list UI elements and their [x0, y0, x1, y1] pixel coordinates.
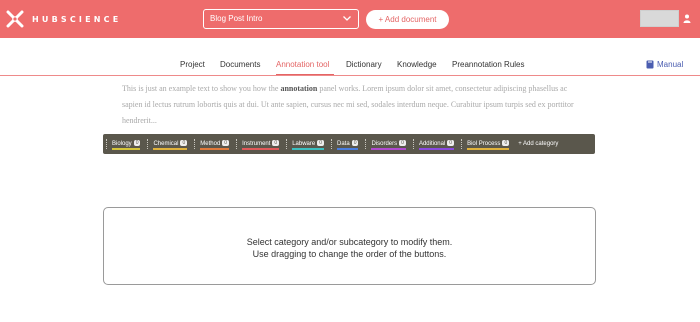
drag-handle-icon[interactable]	[365, 139, 367, 149]
info-box: Select category and/or subcategory to mo…	[103, 207, 596, 285]
tab-project[interactable]: Project	[180, 60, 205, 69]
document-select-value: Blog Post Intro	[210, 14, 263, 23]
category-label: Labware 0	[292, 139, 324, 150]
drag-handle-icon[interactable]	[412, 139, 414, 149]
count-badge: 0	[399, 139, 406, 146]
tab-documents[interactable]: Documents	[220, 60, 260, 69]
document-select[interactable]: Blog Post Intro	[203, 9, 359, 29]
logo[interactable]: HUBSCIENCE	[6, 10, 121, 28]
logo-text: HUBSCIENCE	[32, 14, 122, 24]
category-color-bar	[337, 147, 359, 150]
category-color-bar	[418, 147, 455, 150]
example-text: This is just an example text to show you…	[122, 81, 580, 129]
count-badge: 0	[272, 139, 280, 146]
category-label: Biology 0	[112, 139, 141, 150]
tab-dictionary[interactable]: Dictionary	[346, 60, 382, 69]
drag-handle-icon[interactable]	[286, 139, 288, 149]
drag-handle-icon[interactable]	[194, 139, 196, 149]
category-label: Biol Process 0	[467, 139, 510, 150]
category-label: Chemical 0	[153, 139, 188, 150]
category-name: Chemical	[153, 140, 179, 147]
category-instrument[interactable]: Instrument 0	[236, 137, 280, 151]
drag-handle-icon[interactable]	[461, 139, 463, 149]
main-nav: Project Documents Annotation tool Dictio…	[0, 54, 700, 76]
category-color-bar	[292, 147, 324, 150]
category-data[interactable]: Data 0	[331, 137, 359, 151]
manual-link[interactable]: Manual	[646, 60, 683, 69]
count-badge: 0	[447, 139, 455, 146]
category-name: Data	[337, 140, 350, 147]
category-label: Instrument 0	[242, 139, 280, 150]
category-color-bar	[112, 147, 141, 150]
drag-handle-icon[interactable]	[147, 139, 149, 149]
category-color-bar	[467, 147, 510, 150]
category-labware[interactable]: Labware 0	[286, 137, 324, 151]
count-badge: 0	[502, 139, 510, 146]
category-disorders[interactable]: Disorders 0	[365, 137, 406, 151]
category-name: Additional	[418, 140, 446, 147]
count-badge: 0	[133, 139, 141, 146]
category-label: Method 0	[200, 139, 230, 150]
category-biol-process[interactable]: Biol Process 0	[461, 137, 510, 151]
tab-preannotation-rules[interactable]: Preannotation Rules	[452, 60, 525, 69]
info-line-1: Select category and/or subcategory to mo…	[246, 237, 453, 247]
hubscience-logo-icon	[6, 10, 24, 28]
category-name: Labware	[292, 140, 316, 147]
category-color-bar	[242, 147, 280, 150]
category-name: Method	[200, 140, 221, 147]
category-color-bar	[153, 147, 188, 150]
category-chemical[interactable]: Chemical 0	[147, 137, 188, 151]
count-badge: 0	[222, 139, 230, 146]
user-icon[interactable]	[683, 14, 691, 23]
drag-handle-icon[interactable]	[236, 139, 238, 149]
category-label: Additional 0	[418, 139, 455, 150]
example-text-start: This is just an example text to show you…	[122, 84, 281, 93]
drag-handle-icon[interactable]	[331, 139, 332, 149]
category-method[interactable]: Method 0	[194, 137, 230, 151]
manual-label: Manual	[657, 60, 684, 69]
count-badge: 0	[351, 139, 359, 146]
count-badge: 0	[180, 139, 188, 146]
tab-knowledge[interactable]: Knowledge	[397, 60, 437, 69]
category-name: Disorders	[371, 140, 398, 147]
annotation-panel: Biology 0 Chemical 0 Method 0 Instrument 0 L…	[103, 134, 595, 154]
info-line-2: Use dragging to change the order of the …	[252, 249, 447, 259]
drag-handle-icon[interactable]	[106, 139, 107, 149]
user-name-placeholder[interactable]	[640, 10, 679, 27]
example-text-highlight: annotation	[280, 84, 318, 93]
tab-annotation-tool[interactable]: Annotation tool	[276, 60, 329, 69]
book-icon	[646, 60, 654, 69]
count-badge: 0	[317, 139, 324, 146]
add-category-button[interactable]: + Add category	[518, 141, 558, 147]
category-additional[interactable]: Additional 0	[412, 137, 455, 151]
chevron-down-icon	[343, 16, 351, 21]
category-name: Biol Process	[467, 140, 501, 147]
nav-divider	[0, 75, 700, 76]
category-label: Data 0	[337, 139, 359, 150]
category-name: Instrument	[242, 140, 271, 147]
top-header: HUBSCIENCE Blog Post Intro + Add documen…	[0, 0, 700, 38]
category-label: Disorders 0	[371, 139, 406, 150]
add-document-button[interactable]: + Add document	[366, 10, 449, 29]
category-name: Biology	[112, 140, 132, 147]
category-color-bar	[371, 147, 406, 150]
category-color-bar	[200, 147, 230, 150]
category-biology[interactable]: Biology 0	[106, 137, 141, 151]
